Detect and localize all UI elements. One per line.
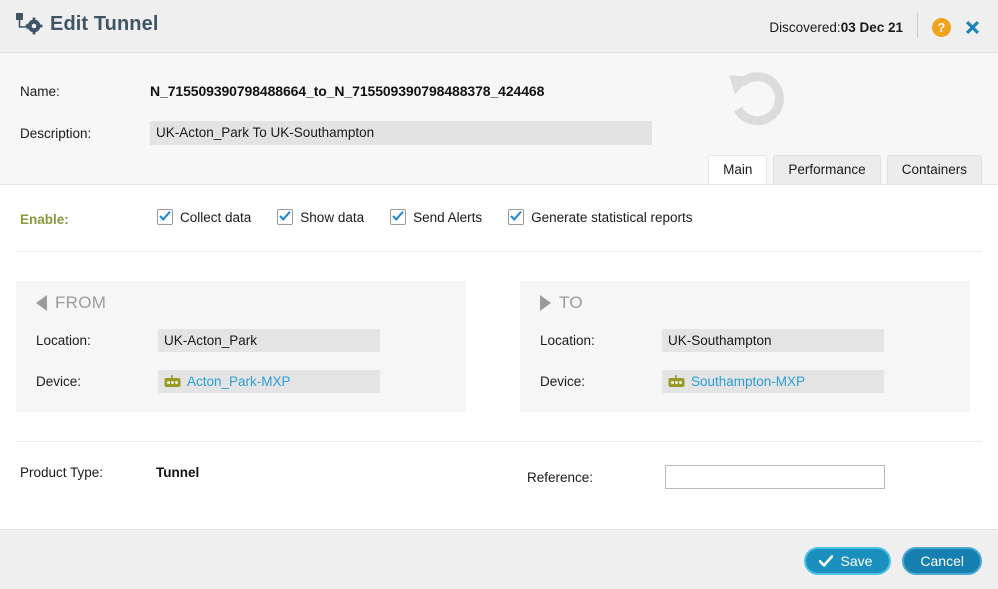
footer-buttons: Save Cancel bbox=[804, 547, 982, 575]
triangle-right-icon bbox=[540, 295, 551, 311]
reference-row: Reference: bbox=[527, 465, 885, 489]
save-button-label: Save bbox=[840, 554, 872, 568]
network-gear-icon bbox=[14, 11, 44, 37]
description-row: Description: bbox=[20, 121, 652, 145]
tab-performance[interactable]: Performance bbox=[773, 155, 880, 185]
checkbox-label: Collect data bbox=[180, 210, 251, 225]
titlebar-actions: Discovered:03 Dec 21 ? bbox=[769, 16, 982, 38]
dialog-footer: Save Cancel bbox=[0, 529, 998, 589]
enable-row: Enable: Collect data Show data Send Aler… bbox=[0, 206, 998, 238]
tab-containers[interactable]: Containers bbox=[887, 155, 982, 185]
to-header: TO bbox=[540, 293, 583, 313]
checkbox-collect-data[interactable]: Collect data bbox=[157, 209, 251, 225]
to-device-label: Device: bbox=[540, 374, 662, 389]
refresh-icon[interactable] bbox=[718, 65, 790, 133]
title-group: Edit Tunnel bbox=[14, 11, 159, 37]
dialog-header-section: Name: N_715509390798488664_to_N_71550939… bbox=[0, 53, 998, 185]
cancel-button[interactable]: Cancel bbox=[902, 547, 982, 575]
checkbox-label: Show data bbox=[300, 210, 364, 225]
checkbox-show-data[interactable]: Show data bbox=[277, 209, 364, 225]
divider-bottom bbox=[16, 441, 982, 442]
dialog-titlebar: Edit Tunnel Discovered:03 Dec 21 ? bbox=[0, 0, 998, 53]
checkbox-label: Send Alerts bbox=[413, 210, 482, 225]
to-device-link[interactable]: Southampton-MXP bbox=[691, 374, 805, 389]
product-type-value: Tunnel bbox=[156, 465, 199, 480]
from-header: FROM bbox=[36, 293, 106, 313]
endpoint-panel-from: FROM Location: Device: Acton_Park-MXP bbox=[16, 281, 466, 412]
reference-label: Reference: bbox=[527, 470, 593, 485]
discovered-info: Discovered:03 Dec 21 bbox=[769, 20, 903, 35]
from-device-field: Acton_Park-MXP bbox=[158, 370, 380, 393]
name-row: Name: N_715509390798488664_to_N_71550939… bbox=[20, 83, 544, 99]
to-location-input[interactable] bbox=[662, 329, 884, 352]
to-device-row: Device: Southampton-MXP bbox=[540, 370, 884, 393]
description-input[interactable] bbox=[150, 121, 652, 145]
checkbox-box bbox=[277, 209, 293, 225]
cancel-button-label: Cancel bbox=[920, 554, 964, 568]
from-device-row: Device: Acton_Park-MXP bbox=[36, 370, 380, 393]
checkbox-generate-statistical-reports[interactable]: Generate statistical reports bbox=[508, 209, 692, 225]
divider-top bbox=[16, 251, 982, 252]
from-device-link[interactable]: Acton_Park-MXP bbox=[187, 374, 291, 389]
checkbox-box bbox=[390, 209, 406, 225]
from-location-label: Location: bbox=[36, 333, 158, 348]
checkmark-icon bbox=[819, 555, 833, 567]
edit-tunnel-dialog: Edit Tunnel Discovered:03 Dec 21 ? Name:… bbox=[0, 0, 998, 589]
discovered-label: Discovered: bbox=[769, 20, 840, 35]
to-location-row: Location: bbox=[540, 329, 884, 352]
from-location-row: Location: bbox=[36, 329, 380, 352]
checkbox-label: Generate statistical reports bbox=[531, 210, 692, 225]
name-value: N_715509390798488664_to_N_71550939079848… bbox=[150, 83, 544, 99]
name-label: Name: bbox=[20, 84, 150, 99]
enable-options: Collect data Show data Send Alerts Gener… bbox=[157, 209, 692, 225]
product-type-label: Product Type: bbox=[20, 465, 156, 480]
endpoint-panel-to: TO Location: Device: Southampton-MXP bbox=[520, 281, 970, 412]
checkbox-send-alerts[interactable]: Send Alerts bbox=[390, 209, 482, 225]
to-location-label: Location: bbox=[540, 333, 662, 348]
tab-main[interactable]: Main bbox=[708, 155, 767, 185]
from-location-input[interactable] bbox=[158, 329, 380, 352]
from-device-label: Device: bbox=[36, 374, 158, 389]
save-button[interactable]: Save bbox=[804, 547, 891, 575]
tab-bar: Main Performance Containers bbox=[708, 155, 982, 185]
reference-input[interactable] bbox=[665, 465, 885, 489]
to-title: TO bbox=[559, 293, 583, 313]
help-icon[interactable]: ? bbox=[932, 18, 951, 37]
titlebar-separator bbox=[917, 13, 918, 38]
device-chassis-icon bbox=[668, 375, 685, 388]
to-device-field: Southampton-MXP bbox=[662, 370, 884, 393]
enable-label: Enable: bbox=[20, 212, 69, 227]
svg-text:?: ? bbox=[938, 21, 946, 35]
checkbox-box bbox=[157, 209, 173, 225]
triangle-left-icon bbox=[36, 295, 47, 311]
checkbox-box bbox=[508, 209, 524, 225]
discovered-value: 03 Dec 21 bbox=[841, 20, 903, 35]
description-label: Description: bbox=[20, 126, 150, 141]
close-icon[interactable] bbox=[963, 18, 982, 37]
page-title: Edit Tunnel bbox=[50, 13, 159, 36]
product-type-row: Product Type: Tunnel bbox=[20, 465, 199, 480]
from-title: FROM bbox=[55, 293, 106, 313]
device-chassis-icon bbox=[164, 375, 181, 388]
